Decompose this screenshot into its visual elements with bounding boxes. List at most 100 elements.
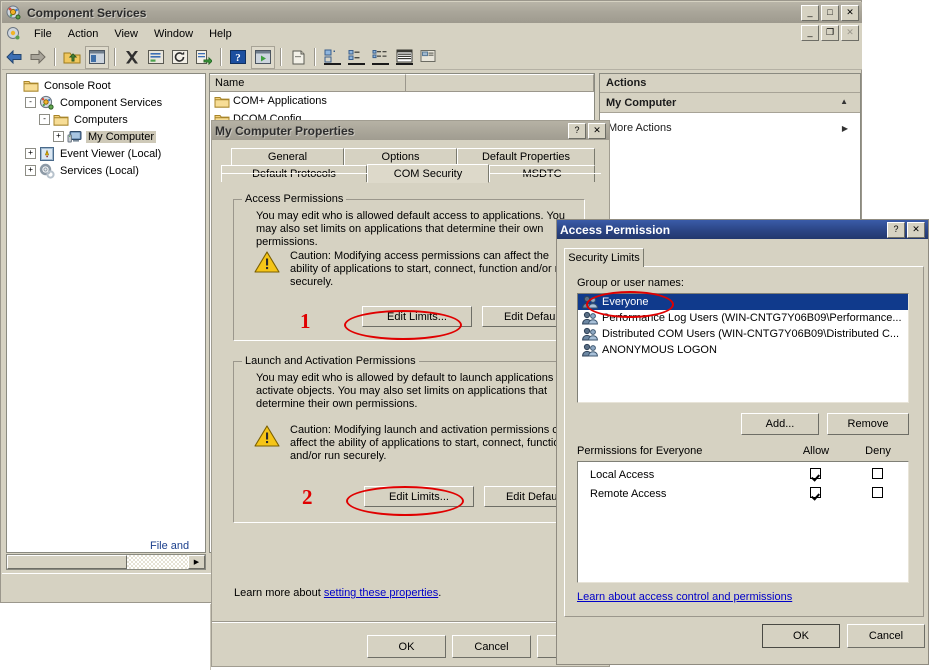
- maximize-button[interactable]: □: [821, 5, 839, 21]
- tree-horizontal-scrollbar[interactable]: ▶: [6, 554, 206, 570]
- tree-node-services-local[interactable]: + Services (Local): [11, 162, 205, 179]
- scrollbar-thumb[interactable]: [7, 555, 127, 569]
- list-icon[interactable]: [369, 47, 391, 68]
- allow-checkbox-cell: [784, 467, 846, 482]
- tree-node-component-services[interactable]: - Component Services: [11, 94, 205, 111]
- access-permission-help-button[interactable]: ?: [887, 221, 905, 238]
- group-user-names-listbox[interactable]: Everyone Performance Log Users (WIN-CNTG7…: [577, 293, 909, 403]
- tab-general[interactable]: General: [231, 148, 344, 165]
- desktop-area: [0, 604, 211, 670]
- properties-help-button[interactable]: ?: [568, 122, 586, 139]
- properties-icon[interactable]: [145, 47, 167, 68]
- group-user-row[interactable]: Distributed COM Users (WIN-CNTG7Y06B09\D…: [578, 326, 908, 342]
- export-list-icon[interactable]: [193, 47, 215, 68]
- expand-toggle-icon[interactable]: +: [53, 131, 64, 142]
- tab-options[interactable]: Options: [344, 148, 457, 165]
- scroll-right-arrow[interactable]: ▶: [188, 555, 205, 569]
- tree-node-computers[interactable]: - Computers: [11, 111, 205, 128]
- new-window-icon[interactable]: [287, 47, 309, 68]
- tab-security-limits[interactable]: Security Limits: [564, 248, 644, 267]
- svg-text:?: ?: [235, 52, 241, 64]
- allow-checkbox-cell: [784, 486, 846, 501]
- access-permission-title-bar: Access Permission ? ✕: [557, 220, 928, 239]
- properties-dialog-title: My Computer Properties: [215, 123, 355, 138]
- menu-item-window[interactable]: Window: [146, 26, 201, 42]
- access-edit-limits-button[interactable]: Edit Limits...: [362, 306, 472, 327]
- users-icon: [582, 343, 598, 357]
- collapse-toggle-icon[interactable]: -: [39, 114, 50, 125]
- column-header-blank[interactable]: [406, 74, 594, 92]
- mdi-child-icon: [6, 26, 22, 42]
- chevron-right-icon: ▶: [841, 123, 848, 133]
- menu-bar: File Action View Window Help _ ❐ ✕: [2, 23, 862, 45]
- tab-default-properties[interactable]: Default Properties: [457, 148, 595, 165]
- group-user-row[interactable]: ANONYMOUS LOGON: [578, 342, 908, 358]
- users-icon: [582, 311, 598, 325]
- remove-button[interactable]: Remove: [827, 413, 909, 435]
- properties-close-button[interactable]: ✕: [588, 122, 606, 139]
- collapse-toggle-icon[interactable]: -: [25, 97, 36, 108]
- group-user-name: Everyone: [602, 296, 649, 308]
- component-services-icon: [6, 5, 22, 21]
- forward-arrow-icon[interactable]: [27, 47, 49, 68]
- setting-these-properties-link[interactable]: setting these properties: [324, 587, 438, 599]
- group-user-row[interactable]: Performance Log Users (WIN-CNTG7Y06B09\P…: [578, 310, 908, 326]
- launch-edit-limits-button[interactable]: Edit Limits...: [364, 486, 474, 507]
- show-hide-tree-icon[interactable]: [85, 45, 109, 69]
- tab-com-security[interactable]: COM Security: [367, 164, 489, 183]
- main-title-bar: Component Services _ □ ✕: [2, 2, 862, 23]
- computer-icon: [67, 129, 83, 145]
- menu-item-help[interactable]: Help: [201, 26, 240, 42]
- folder-icon: [214, 94, 230, 108]
- deny-checkbox[interactable]: [871, 486, 883, 498]
- expand-toggle-icon[interactable]: +: [25, 148, 36, 159]
- properties-ok-button[interactable]: OK: [367, 635, 446, 658]
- group-user-row[interactable]: Everyone: [578, 294, 908, 310]
- expand-toggle-icon[interactable]: +: [25, 165, 36, 176]
- tree-node-label: Console Root: [44, 79, 111, 92]
- start-icon[interactable]: [251, 45, 275, 69]
- refresh-icon[interactable]: [169, 47, 191, 68]
- permissions-listbox[interactable]: Local Access Remote Access: [577, 461, 909, 583]
- menu-item-file[interactable]: File: [26, 26, 60, 42]
- tree-node-console-root[interactable]: Console Root: [11, 77, 205, 94]
- list-item[interactable]: COM+ Applications: [210, 92, 594, 110]
- chevron-up-icon[interactable]: ▲: [840, 97, 848, 106]
- back-arrow-icon[interactable]: [3, 47, 25, 68]
- close-button[interactable]: ✕: [841, 5, 859, 21]
- deny-checkbox[interactable]: [871, 467, 883, 479]
- menu-item-action[interactable]: Action: [60, 26, 107, 42]
- properties-cancel-button[interactable]: Cancel: [452, 635, 531, 658]
- mdi-minimize-button[interactable]: _: [801, 25, 819, 41]
- tile-icon[interactable]: [417, 47, 439, 68]
- column-header-name[interactable]: Name: [210, 74, 406, 92]
- allow-checkbox[interactable]: [809, 486, 821, 498]
- scrollbar-track[interactable]: [127, 555, 188, 569]
- learn-about-access-control-link[interactable]: Learn about access control and permissio…: [577, 591, 792, 603]
- users-icon: [582, 295, 598, 309]
- learn-more-suffix: .: [438, 587, 442, 599]
- menu-item-view[interactable]: View: [106, 26, 146, 42]
- delete-icon[interactable]: [121, 47, 143, 68]
- access-permission-ok-button[interactable]: OK: [762, 624, 840, 648]
- actions-section-header[interactable]: My Computer ▲: [600, 93, 860, 113]
- warning-icon: [254, 250, 280, 274]
- up-folder-icon[interactable]: [61, 47, 83, 68]
- toolbar-separator: [114, 48, 116, 66]
- add-button[interactable]: Add...: [741, 413, 819, 435]
- large-icons-icon[interactable]: [321, 47, 343, 68]
- minimize-button[interactable]: _: [801, 5, 819, 21]
- toolbar-separator: [314, 48, 316, 66]
- allow-checkbox[interactable]: [809, 467, 821, 479]
- access-permission-close-button[interactable]: ✕: [907, 221, 925, 238]
- access-permission-cancel-button[interactable]: Cancel: [847, 624, 925, 648]
- help-icon[interactable]: ?: [227, 47, 249, 68]
- event-viewer-icon: [39, 146, 55, 162]
- tree-node-my-computer[interactable]: + My Computer: [11, 128, 205, 145]
- tree-node-event-viewer-local[interactable]: + Event Viewer (Local): [11, 145, 205, 162]
- mdi-restore-button[interactable]: ❐: [821, 25, 839, 41]
- console-tree-pane[interactable]: Console Root - Component Services - Computer…: [6, 73, 206, 553]
- action-item-more-actions[interactable]: More Actions ▶: [608, 119, 852, 137]
- small-icons-icon[interactable]: [345, 47, 367, 68]
- details-icon[interactable]: [393, 47, 415, 68]
